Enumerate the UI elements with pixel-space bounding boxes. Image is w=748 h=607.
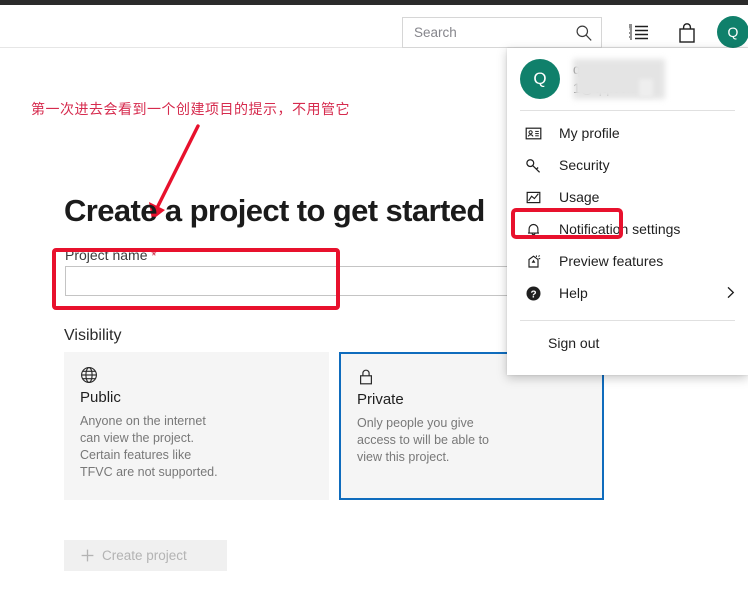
help-circle-icon: ? (525, 285, 542, 302)
search-input[interactable] (403, 18, 561, 47)
avatar[interactable]: Q (717, 16, 748, 48)
dropdown-item-help[interactable]: ? Help (507, 277, 748, 309)
dropdown-avatar: Q (520, 59, 560, 99)
search-icon[interactable] (575, 24, 593, 42)
dropdown-item-security[interactable]: Security (507, 149, 748, 181)
bell-icon (525, 221, 542, 238)
account-dropdown-menu: Q qq.com 1@qq.com My profile Security Us… (507, 48, 748, 375)
visibility-option-description: Anyone on the internet can view the proj… (80, 414, 218, 479)
plus-icon (81, 549, 94, 562)
shopping-bag-icon[interactable] (676, 22, 698, 44)
dropdown-item-notification-settings[interactable]: Notification settings (507, 213, 748, 245)
dropdown-item-label: Notification settings (559, 221, 681, 237)
dropdown-item-usage[interactable]: Usage (507, 181, 748, 213)
required-marker: * (151, 248, 157, 263)
visibility-option-title: Private (357, 391, 404, 408)
dropdown-item-preview-features[interactable]: Preview features (507, 245, 748, 277)
dropdown-item-label: Preview features (559, 253, 664, 269)
dropdown-profile-name: qq.com (573, 62, 618, 77)
project-name-label-text: Project name (65, 247, 148, 263)
usage-chart-icon (525, 189, 542, 206)
avatar-initial: Q (727, 24, 739, 40)
contact-card-icon (525, 125, 542, 142)
app-window: Q 第一次进去会看到一个创建项目的提示，不用管它 Create a projec… (0, 0, 748, 607)
lock-icon (357, 369, 375, 390)
dropdown-item-label: My profile (559, 125, 620, 141)
svg-text:?: ? (530, 289, 536, 300)
dropdown-avatar-initial: Q (533, 69, 547, 88)
visibility-option-title: Public (80, 389, 121, 406)
visibility-option-description: Only people you give access to will be a… (357, 416, 490, 464)
visibility-section-label: Visibility (64, 327, 122, 344)
dropdown-profile-email: 1@qq.com (573, 81, 639, 96)
create-project-button-label: Create project (102, 548, 187, 563)
annotation-note-chinese: 第一次进去会看到一个创建项目的提示，不用管它 (31, 102, 350, 118)
dropdown-profile-header[interactable]: Q qq.com 1@qq.com (507, 48, 748, 110)
redaction-overlay-secondary (639, 79, 653, 97)
project-name-label: Project name * (65, 247, 156, 263)
dropdown-item-label: Usage (559, 189, 600, 205)
dropdown-item-my-profile[interactable]: My profile (507, 117, 748, 149)
backlog-icon[interactable] (628, 22, 650, 44)
dropdown-item-sign-out[interactable]: Sign out (507, 327, 748, 359)
global-header: Q (0, 5, 748, 48)
chevron-right-icon (723, 285, 738, 300)
page-title: Create a project to get started (64, 193, 485, 228)
globe-icon (80, 367, 98, 388)
search-box[interactable] (402, 17, 602, 48)
dropdown-sign-out-label: Sign out (548, 335, 600, 351)
dropdown-item-label: Security (559, 157, 610, 173)
preview-features-icon (525, 253, 542, 270)
create-project-button[interactable]: Create project (64, 540, 227, 571)
dropdown-item-label: Help (559, 285, 588, 301)
visibility-option-public[interactable]: Public Anyone on the internet can view t… (64, 352, 329, 500)
dropdown-profile-text: qq.com 1@qq.com (573, 58, 665, 100)
key-icon (525, 157, 542, 174)
